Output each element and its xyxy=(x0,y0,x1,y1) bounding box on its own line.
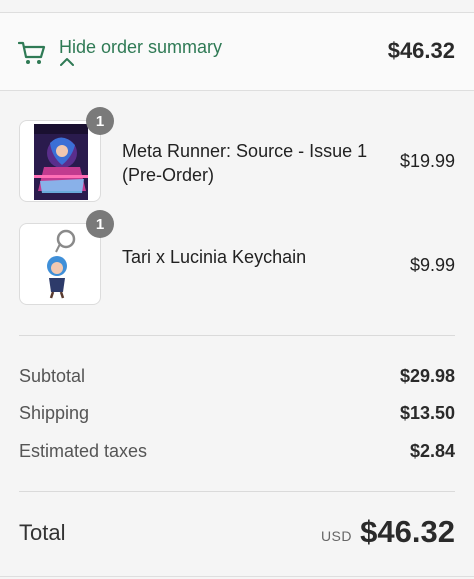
product-title: Meta Runner: Source - Issue 1 (Pre-Order… xyxy=(122,141,368,185)
subtotal-label: Subtotal xyxy=(19,366,86,386)
currency-code: USD xyxy=(320,528,352,544)
section-divider xyxy=(19,335,455,336)
grand-total: $46.32 xyxy=(360,514,455,549)
chevron-up-icon[interactable] xyxy=(60,57,74,67)
shipping-value: $13.50 xyxy=(399,403,455,423)
comic-cover-image xyxy=(34,124,88,200)
quantity-badge: 1 xyxy=(86,107,114,135)
cart-icon[interactable] xyxy=(18,38,46,66)
bottom-divider xyxy=(0,576,474,577)
product-price: $19.99 xyxy=(399,151,455,171)
product-title: Tari x Lucinia Keychain xyxy=(122,247,307,267)
total-label: Total xyxy=(19,520,66,545)
toggle-summary-link[interactable]: Hide order summary xyxy=(59,37,222,58)
subtotal-value: $29.98 xyxy=(399,366,455,386)
taxes-label: Estimated taxes xyxy=(19,441,148,461)
taxes-value: $2.84 xyxy=(409,441,455,461)
shipping-label: Shipping xyxy=(19,403,90,423)
product-price: $9.99 xyxy=(409,255,455,275)
product-thumbnail: 1 xyxy=(19,107,114,202)
keychain-image xyxy=(47,229,76,299)
section-divider xyxy=(19,491,455,492)
header-total: $46.32 xyxy=(387,38,455,63)
quantity-badge: 1 xyxy=(86,210,114,238)
product-thumbnail: 1 xyxy=(19,210,114,305)
